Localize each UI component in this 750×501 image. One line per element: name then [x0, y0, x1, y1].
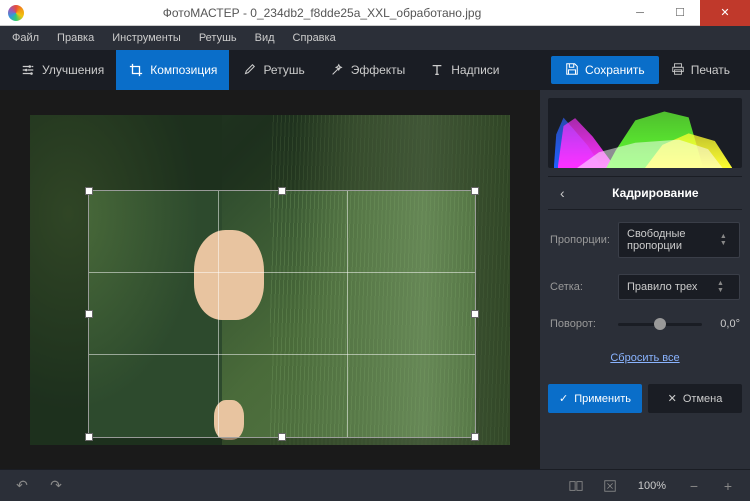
- canvas-area[interactable]: [0, 90, 540, 469]
- menu-edit[interactable]: Правка: [49, 29, 102, 47]
- redo-button[interactable]: ↷: [44, 474, 68, 498]
- text-icon: [429, 62, 445, 78]
- menu-tools[interactable]: Инструменты: [104, 29, 189, 47]
- proportions-label: Пропорции:: [550, 234, 610, 246]
- apply-button[interactable]: ✓ Применить: [548, 384, 642, 413]
- grid-select[interactable]: Правило трех ▲▼: [618, 274, 740, 300]
- back-button[interactable]: ‹: [552, 185, 573, 201]
- zoom-value: 100%: [632, 480, 672, 492]
- crop-handle-bl[interactable]: [85, 433, 93, 441]
- sliders-icon: [20, 62, 36, 78]
- grid-value: Правило трех: [627, 281, 697, 293]
- photo-preview[interactable]: [30, 115, 510, 445]
- menu-retouch[interactable]: Ретушь: [191, 29, 245, 47]
- app-icon: [8, 5, 24, 21]
- tab-label: Эффекты: [351, 63, 406, 77]
- tab-enhancements[interactable]: Улучшения: [8, 50, 116, 90]
- close-button[interactable]: ✕: [700, 0, 750, 26]
- tab-effects[interactable]: Эффекты: [317, 50, 418, 90]
- spinner-icon: ▲▼: [717, 280, 731, 294]
- proportions-value: Свободные пропорции: [627, 228, 720, 252]
- tab-text[interactable]: Надписи: [417, 50, 511, 90]
- undo-button[interactable]: ↶: [10, 474, 34, 498]
- panel-title: Кадрирование: [573, 186, 738, 200]
- spinner-icon: ▲▼: [720, 233, 731, 247]
- tab-label: Композиция: [150, 63, 217, 77]
- save-label: Сохранить: [585, 63, 645, 77]
- window-title: ФотоМАСТЕР - 0_234db2_f8dde25a_XXL_обраб…: [24, 6, 620, 20]
- print-button[interactable]: Печать: [659, 56, 742, 85]
- crop-handle-ml[interactable]: [85, 310, 93, 318]
- fit-button[interactable]: [598, 474, 622, 498]
- rotation-label: Поворот:: [550, 318, 610, 330]
- maximize-button[interactable]: ☐: [660, 0, 700, 26]
- crop-rectangle[interactable]: [88, 190, 476, 438]
- crop-icon: [128, 62, 144, 78]
- proportions-select[interactable]: Свободные пропорции ▲▼: [618, 222, 740, 258]
- tab-retouch[interactable]: Ретушь: [229, 50, 316, 90]
- cancel-button[interactable]: ✕ Отмена: [648, 384, 742, 413]
- compare-button[interactable]: [564, 474, 588, 498]
- zoom-in-button[interactable]: +: [716, 474, 740, 498]
- rotation-value: 0,0°: [710, 318, 740, 330]
- print-icon: [671, 62, 685, 79]
- cancel-label: Отмена: [683, 393, 722, 405]
- menu-help[interactable]: Справка: [285, 29, 344, 47]
- crop-handle-tl[interactable]: [85, 187, 93, 195]
- print-label: Печать: [691, 63, 730, 77]
- crop-handle-bc[interactable]: [278, 433, 286, 441]
- menu-file[interactable]: Файл: [4, 29, 47, 47]
- crop-handle-br[interactable]: [471, 433, 479, 441]
- tab-label: Надписи: [451, 63, 499, 77]
- crop-handle-mr[interactable]: [471, 310, 479, 318]
- check-icon: ✓: [559, 392, 568, 405]
- close-icon: ✕: [668, 392, 677, 405]
- histogram: [548, 98, 742, 168]
- brush-icon: [241, 62, 257, 78]
- grid-label: Сетка:: [550, 281, 610, 293]
- save-button[interactable]: Сохранить: [551, 56, 659, 84]
- zoom-out-button[interactable]: −: [682, 474, 706, 498]
- tab-label: Улучшения: [42, 63, 104, 77]
- menu-view[interactable]: Вид: [247, 29, 283, 47]
- rotation-slider[interactable]: [618, 323, 702, 326]
- reset-link[interactable]: Сбросить все: [548, 344, 742, 372]
- wand-icon: [329, 62, 345, 78]
- crop-handle-tr[interactable]: [471, 187, 479, 195]
- rotation-thumb[interactable]: [654, 318, 666, 330]
- apply-label: Применить: [574, 393, 631, 405]
- tab-composition[interactable]: Композиция: [116, 50, 229, 90]
- tab-label: Ретушь: [263, 63, 304, 77]
- save-icon: [565, 62, 579, 79]
- crop-handle-tc[interactable]: [278, 187, 286, 195]
- minimize-button[interactable]: ─: [620, 0, 660, 26]
